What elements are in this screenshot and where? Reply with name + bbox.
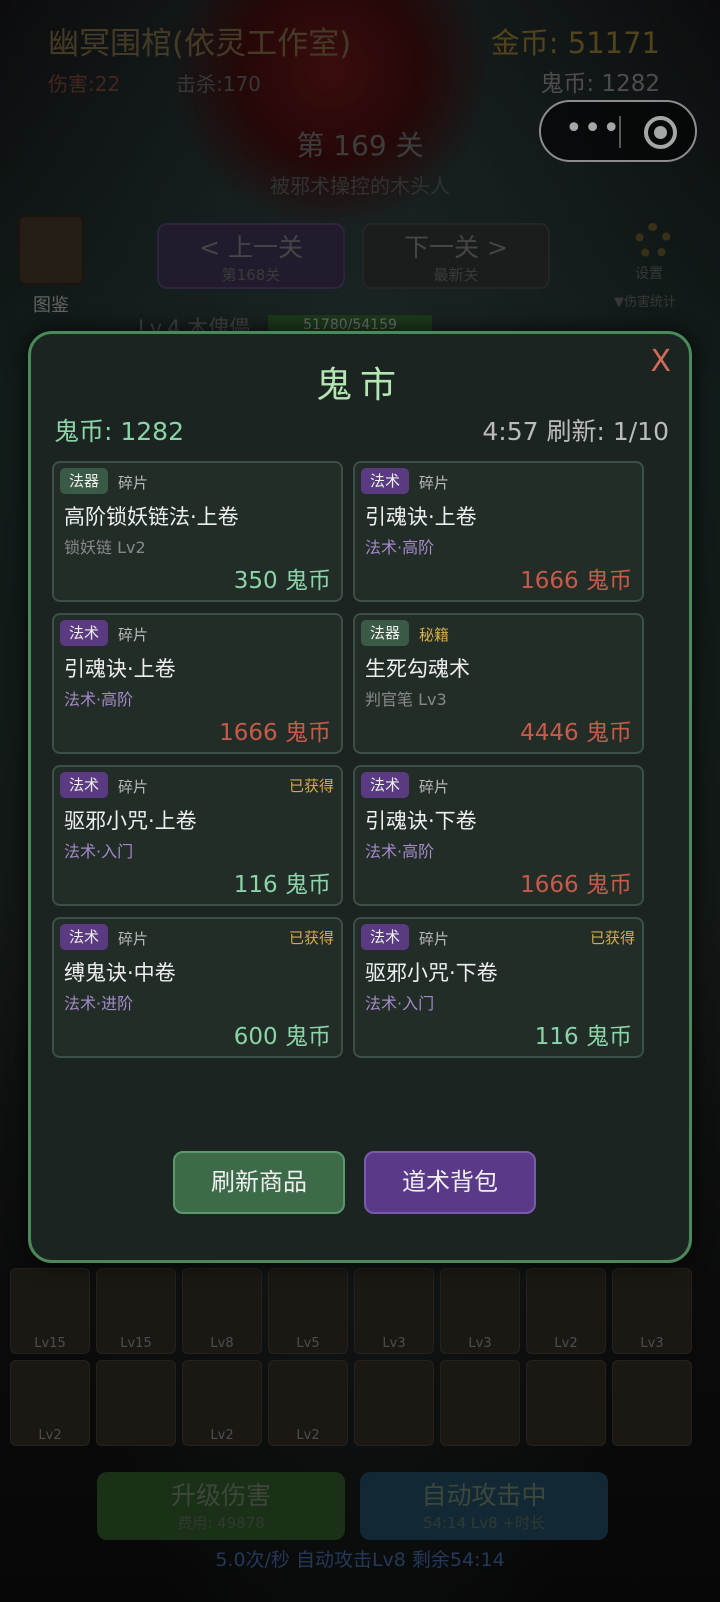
item-price[interactable]: 116 鬼币 <box>234 865 331 899</box>
item-desc: 法术·入门 <box>64 842 134 861</box>
item-desc: 法术·高阶 <box>64 690 134 709</box>
item-desc: 判官笔 Lv3 <box>365 690 447 709</box>
item-name: 高阶锁妖链法·上卷 <box>64 505 239 529</box>
item-price[interactable]: 4446 鬼币 <box>520 713 632 747</box>
item-kind: 碎片 <box>419 778 450 796</box>
modal-title: 鬼市 <box>315 365 404 406</box>
spell-bag-button[interactable]: 道术背包 <box>364 1151 536 1214</box>
item-kind: 碎片 <box>419 474 450 492</box>
item-type-tag: 法术 <box>60 924 109 950</box>
item-price[interactable]: 350 鬼币 <box>234 561 331 595</box>
item-price[interactable]: 600 鬼币 <box>234 1017 331 1051</box>
close-button[interactable]: X <box>650 344 671 379</box>
item-type-tag: 法术 <box>361 924 410 950</box>
item-desc: 锁妖链 Lv2 <box>64 538 146 557</box>
shop-item-card[interactable]: 法器 秘籍生死勾魂术判官笔 Lv3 4446 鬼币 <box>353 613 644 754</box>
item-desc: 法术·入门 <box>365 994 435 1013</box>
item-name: 生死勾魂术 <box>365 657 470 681</box>
item-type-tag: 法术 <box>60 620 109 646</box>
item-desc: 法术·进阶 <box>64 994 134 1013</box>
shop-item-card[interactable]: 法术 碎片引魂诀·上卷法术·高阶 1666 鬼币 <box>353 461 644 602</box>
item-kind: 碎片 <box>419 930 450 948</box>
item-price[interactable]: 1666 鬼币 <box>520 561 632 595</box>
item-type-tag: 法术 <box>361 772 410 798</box>
shop-item-card[interactable]: 法器 碎片高阶锁妖链法·上卷锁妖链 Lv2 350 鬼币 <box>52 461 343 602</box>
item-type-tag: 法术 <box>361 468 410 494</box>
owned-badge: 已获得 <box>288 777 334 795</box>
item-price[interactable]: 1666 鬼币 <box>219 713 331 747</box>
shop-item-card[interactable]: 法术 碎片 已获得驱邪小咒·下卷法术·入门 116 鬼币 <box>353 917 644 1058</box>
owned-badge: 已获得 <box>288 929 334 947</box>
item-type-tag: 法器 <box>60 468 109 494</box>
shop-item-card[interactable]: 法术 碎片 已获得缚鬼诀·中卷法术·进阶 600 鬼币 <box>52 917 343 1058</box>
shop-item-card[interactable]: 法术 碎片引魂诀·上卷法术·高阶 1666 鬼币 <box>52 613 343 754</box>
item-kind: 碎片 <box>118 930 149 948</box>
modal-ghost-coin: 鬼币: 1282 <box>54 417 184 446</box>
item-price[interactable]: 116 鬼币 <box>535 1017 632 1051</box>
item-kind: 秘籍 <box>419 626 450 644</box>
item-type-tag: 法器 <box>361 620 410 646</box>
item-kind: 碎片 <box>118 474 149 492</box>
item-name: 引魂诀·上卷 <box>64 657 176 681</box>
item-price[interactable]: 1666 鬼币 <box>520 865 632 899</box>
shop-item-card[interactable]: 法术 碎片引魂诀·下卷法术·高阶 1666 鬼币 <box>353 765 644 906</box>
item-name: 引魂诀·下卷 <box>365 809 477 833</box>
item-desc: 法术·高阶 <box>365 538 435 557</box>
item-kind: 碎片 <box>118 626 149 644</box>
shop-item-card[interactable]: 法术 碎片 已获得驱邪小咒·上卷法术·入门 116 鬼币 <box>52 765 343 906</box>
refresh-timer: 4:57 刷新: 1/10 <box>482 417 669 446</box>
item-type-tag: 法术 <box>60 772 109 798</box>
ghost-market-modal: 鬼市 X 鬼币: 1282 4:57 刷新: 1/10 法器 碎片 高阶锁妖链法·上… <box>28 331 692 1263</box>
owned-badge: 已获得 <box>589 929 635 947</box>
item-name: 驱邪小咒·上卷 <box>64 809 197 833</box>
item-name: 引魂诀·上卷 <box>365 505 477 529</box>
item-name: 缚鬼诀·中卷 <box>64 961 176 985</box>
item-desc: 法术·高阶 <box>365 842 435 861</box>
item-kind: 碎片 <box>118 778 149 796</box>
refresh-items-button[interactable]: 刷新商品 <box>173 1151 345 1214</box>
item-name: 驱邪小咒·下卷 <box>365 961 498 985</box>
